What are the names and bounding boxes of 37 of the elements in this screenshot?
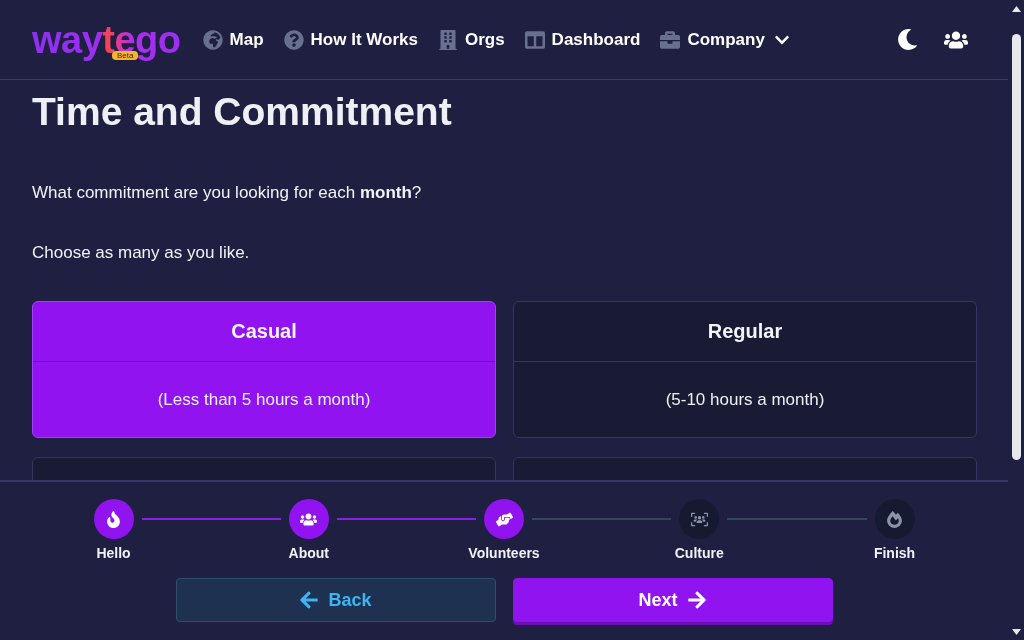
step-label: Finish xyxy=(873,545,916,562)
helping-hands-icon[interactable] xyxy=(484,499,524,539)
nav-dropdown[interactable]: Company xyxy=(660,29,790,50)
option-subtitle: (Less than 5 hours a month) xyxy=(157,389,371,410)
step-label: About xyxy=(288,545,329,562)
question-text: What commitment are you looking for each month? xyxy=(32,182,422,204)
back-button[interactable]: Back xyxy=(175,578,496,622)
arrow-left-icon xyxy=(299,590,320,610)
option-card[interactable]: Regular (5-10 hours a month) xyxy=(513,301,977,438)
step-label: Culture xyxy=(674,545,724,562)
nav-link[interactable]: Dashboard xyxy=(524,29,641,50)
users-icon[interactable] xyxy=(288,499,329,539)
next-button[interactable]: Next xyxy=(512,578,833,622)
step-label: Hello xyxy=(96,545,131,562)
hint-text: Choose as many as you like. xyxy=(32,242,250,264)
scroll-down-icon[interactable] xyxy=(1011,629,1021,635)
arrow-right-icon xyxy=(686,590,707,610)
moon-icon[interactable] xyxy=(897,29,918,50)
scrollbar-thumb[interactable] xyxy=(1011,34,1021,460)
building-icon xyxy=(437,29,458,50)
step-label: Volunteers xyxy=(468,545,540,562)
flame-icon[interactable] xyxy=(874,499,915,539)
briefcase-icon xyxy=(660,29,681,50)
nav-link[interactable]: Map xyxy=(202,29,264,50)
help-icon xyxy=(283,29,304,50)
page-title: Time and Commitment xyxy=(32,89,452,135)
columns-icon xyxy=(524,29,545,50)
nav-link[interactable]: Orgs xyxy=(437,29,505,50)
nav-link[interactable]: How It Works xyxy=(283,29,418,50)
option-title: Regular xyxy=(707,320,783,343)
globe-icon xyxy=(202,29,223,50)
option-title: Casual xyxy=(231,320,297,343)
scroll-up-icon[interactable] xyxy=(1011,6,1021,12)
option-subtitle: (5-10 hours a month) xyxy=(665,389,825,410)
people-frame-icon[interactable] xyxy=(679,499,720,539)
flame-icon[interactable] xyxy=(93,499,134,539)
option-card[interactable]: Casual (Less than 5 hours a month) xyxy=(32,301,496,438)
